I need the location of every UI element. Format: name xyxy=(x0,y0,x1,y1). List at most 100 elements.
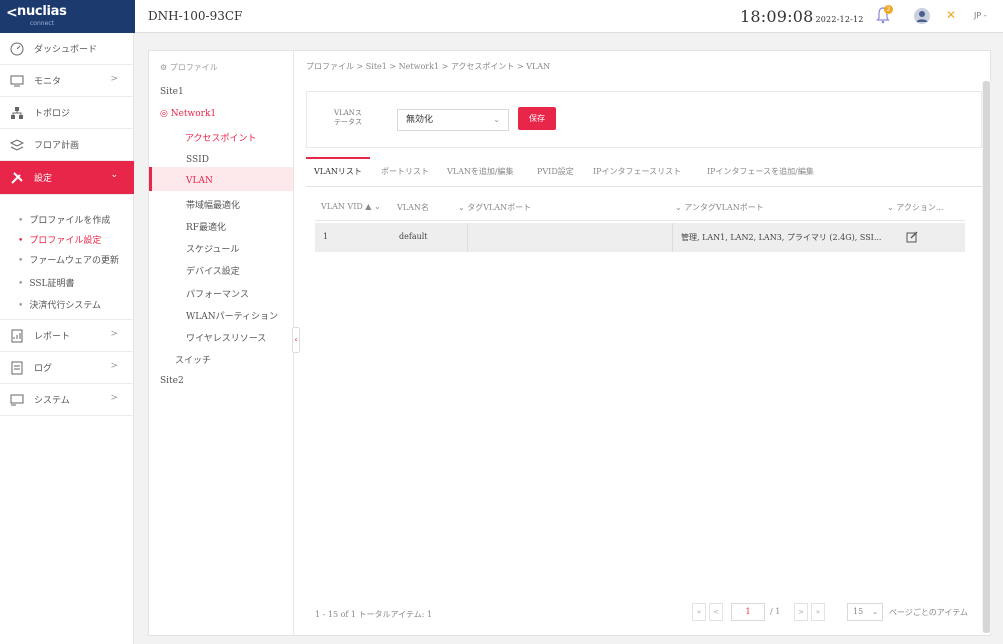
nav-label: システム xyxy=(34,396,70,406)
page-size-select[interactable]: 15 ⌄ xyxy=(847,603,883,621)
column-divider xyxy=(672,223,673,252)
gear-icon: ⚙ xyxy=(160,63,170,72)
monitor-icon xyxy=(10,74,26,88)
floorplan-icon xyxy=(9,138,26,152)
page-number-input[interactable]: 1 xyxy=(731,603,765,621)
edit-icon[interactable] xyxy=(906,231,918,243)
table-row[interactable]: 1 default 管理, LAN1, LAN2, LAN3, プライマリ (2… xyxy=(315,223,965,252)
tree-node-performance[interactable]: パフォーマンス xyxy=(186,287,249,300)
tab-add-edit-vlan[interactable]: VLANを追加/編集 xyxy=(447,157,514,187)
chevron-right-icon: > xyxy=(110,393,118,403)
tree-node-site1[interactable]: Site1 xyxy=(160,87,184,97)
col-vlan-name[interactable]: VLAN名 xyxy=(397,202,429,213)
sub-item-ssl-certificate[interactable]: SSL証明書 xyxy=(18,276,74,289)
nav-label: フロア計画 xyxy=(34,141,80,151)
vlan-status-label: VLANステータス xyxy=(334,109,362,126)
next-page-button[interactable]: > xyxy=(794,603,808,621)
page-size-label: ページごとのアイテム xyxy=(889,608,968,617)
breadcrumb: プロファイル > Site1 > Network1 > アクセスポイント > V… xyxy=(306,62,551,71)
log-icon xyxy=(10,361,26,375)
last-page-button[interactable]: » xyxy=(811,603,825,621)
nav-item-dashboard[interactable]: ダッシュボード xyxy=(0,33,134,65)
system-icon xyxy=(10,393,26,407)
nav-label: 設定 xyxy=(34,174,53,184)
sub-item-payment-gateway[interactable]: 決済代行システム xyxy=(18,298,101,311)
dashboard-icon xyxy=(10,42,26,56)
tab-port-list[interactable]: ポートリスト xyxy=(381,157,429,187)
cell-untagged: 管理, LAN1, LAN2, LAN3, プライマリ (2.4G), SSI.… xyxy=(681,233,882,242)
vlan-table: VLAN VID ▲ ⌄ VLAN名 ⌄ タグVLANポート ⌄ アンタグVLA… xyxy=(315,193,965,255)
clock-date: 2022-12-12 xyxy=(815,15,864,24)
tab-add-edit-ip-interface[interactable]: IPインタフェースを追加/編集 xyxy=(707,157,814,187)
chevron-right-icon: > xyxy=(110,361,118,371)
column-divider xyxy=(467,223,468,252)
first-page-button[interactable]: « xyxy=(692,603,706,621)
tab-pvid-settings[interactable]: PVID設定 xyxy=(537,157,574,187)
col-action[interactable]: ⌄ アクション... xyxy=(887,202,943,213)
tree-title: ⚙ プロファイル xyxy=(160,63,218,72)
bell-icon[interactable]: 2 xyxy=(876,5,893,24)
tools-icon[interactable]: ✕ xyxy=(946,8,956,22)
cell-vid: 1 xyxy=(323,232,329,241)
notification-badge: 2 xyxy=(884,5,893,14)
tree-node-access-point[interactable]: アクセスポイント xyxy=(185,131,257,144)
user-avatar[interactable] xyxy=(914,8,930,24)
scrollbar[interactable] xyxy=(982,81,991,633)
top-header: < nuclias connect DNH-100-93CF 18:09:08 2… xyxy=(0,0,1003,33)
chevron-right-icon: > xyxy=(110,329,118,339)
nav-label: レポート xyxy=(34,332,71,342)
tree-node-device-settings[interactable]: デバイス設定 xyxy=(186,264,240,277)
language-select[interactable]: JP - xyxy=(974,11,987,20)
nav-item-log[interactable]: ログ > xyxy=(0,352,134,384)
nav-item-monitor[interactable]: モニタ > xyxy=(0,65,134,97)
scrollbar-thumb[interactable] xyxy=(983,81,990,633)
settings-icon xyxy=(10,171,26,185)
tree-node-ssid[interactable]: SSID xyxy=(186,155,209,165)
table-header: VLAN VID ▲ ⌄ VLAN名 ⌄ タグVLANポート ⌄ アンタグVLA… xyxy=(315,193,965,221)
network-icon: ◎ xyxy=(160,109,171,119)
logo[interactable]: < nuclias connect xyxy=(0,0,135,33)
nav-label: ログ xyxy=(34,364,53,374)
topology-icon xyxy=(10,106,26,120)
col-untagged-ports[interactable]: ⌄ アンタグVLANポート xyxy=(675,202,764,213)
profile-tree: ⚙ プロファイル Site1 ◎ Network1 アクセスポイント SSID … xyxy=(149,51,294,635)
tree-node-switch[interactable]: スイッチ xyxy=(175,353,211,366)
device-name: DNH-100-93CF xyxy=(148,9,243,23)
chevron-down-icon: ⌄ xyxy=(110,170,118,180)
tree-node-site2[interactable]: Site2 xyxy=(160,376,184,386)
chevron-right-icon: > xyxy=(110,74,118,84)
tree-node-network1[interactable]: ◎ Network1 xyxy=(160,109,216,119)
prev-page-button[interactable]: < xyxy=(709,603,723,621)
cell-name: default xyxy=(399,232,428,241)
clock-time: 18:09:08 xyxy=(740,7,814,26)
tree-selection-highlight xyxy=(149,167,293,191)
col-vlan-vid[interactable]: VLAN VID ▲ ⌄ xyxy=(321,202,381,211)
nav-label: ダッシュボード xyxy=(34,45,98,55)
tree-node-rf-optimization[interactable]: RF最適化 xyxy=(186,220,226,233)
tree-node-vlan[interactable]: VLAN xyxy=(186,176,213,186)
logo-brand: nuclias xyxy=(17,4,67,19)
pagination-info: 1 - 15 of 1 トータルアイテム: 1 xyxy=(315,610,433,619)
nav-item-system[interactable]: システム > xyxy=(0,384,134,416)
tab-ip-interface-list[interactable]: IPインタフェースリスト xyxy=(593,157,681,187)
nav-item-settings[interactable]: 設定 ⌄ xyxy=(0,161,134,195)
nav-item-report[interactable]: レポート > xyxy=(0,320,134,352)
save-button[interactable]: 保存 xyxy=(518,107,556,130)
tab-vlan-list[interactable]: VLANリスト xyxy=(306,157,370,187)
tree-node-wireless-resources[interactable]: ワイヤレスリソース xyxy=(186,331,266,344)
sub-item-profile-settings[interactable]: プロファイル設定 xyxy=(18,233,101,246)
sub-item-create-profile[interactable]: プロファイルを作成 xyxy=(18,213,110,226)
collapse-tree-button[interactable]: ‹ xyxy=(292,327,300,353)
tab-bar: VLANリスト ポートリスト VLANを追加/編集 PVID設定 IPインタフェ… xyxy=(306,157,992,187)
tree-node-wlan-partition[interactable]: WLANパーティション xyxy=(186,309,278,322)
sidebar: ダッシュボード モニタ > トポロジ フロア計画 設定 ⌄ プロファイルを作成 … xyxy=(0,33,134,644)
tree-node-schedule[interactable]: スケジュール xyxy=(186,242,239,255)
col-tagged-ports[interactable]: ⌄ タグVLANポート xyxy=(458,202,531,213)
sub-item-firmware-update[interactable]: ファームウェアの更新 xyxy=(18,253,119,266)
page-total: / 1 xyxy=(770,607,781,616)
vlan-status-select[interactable]: 無効化 ⌄ xyxy=(397,109,509,131)
main-panel: ⚙ プロファイル Site1 ◎ Network1 アクセスポイント SSID … xyxy=(148,50,992,636)
nav-item-floorplan[interactable]: フロア計画 xyxy=(0,129,134,161)
nav-item-topology[interactable]: トポロジ xyxy=(0,97,134,129)
tree-node-bandwidth[interactable]: 帯域幅最適化 xyxy=(186,198,240,211)
